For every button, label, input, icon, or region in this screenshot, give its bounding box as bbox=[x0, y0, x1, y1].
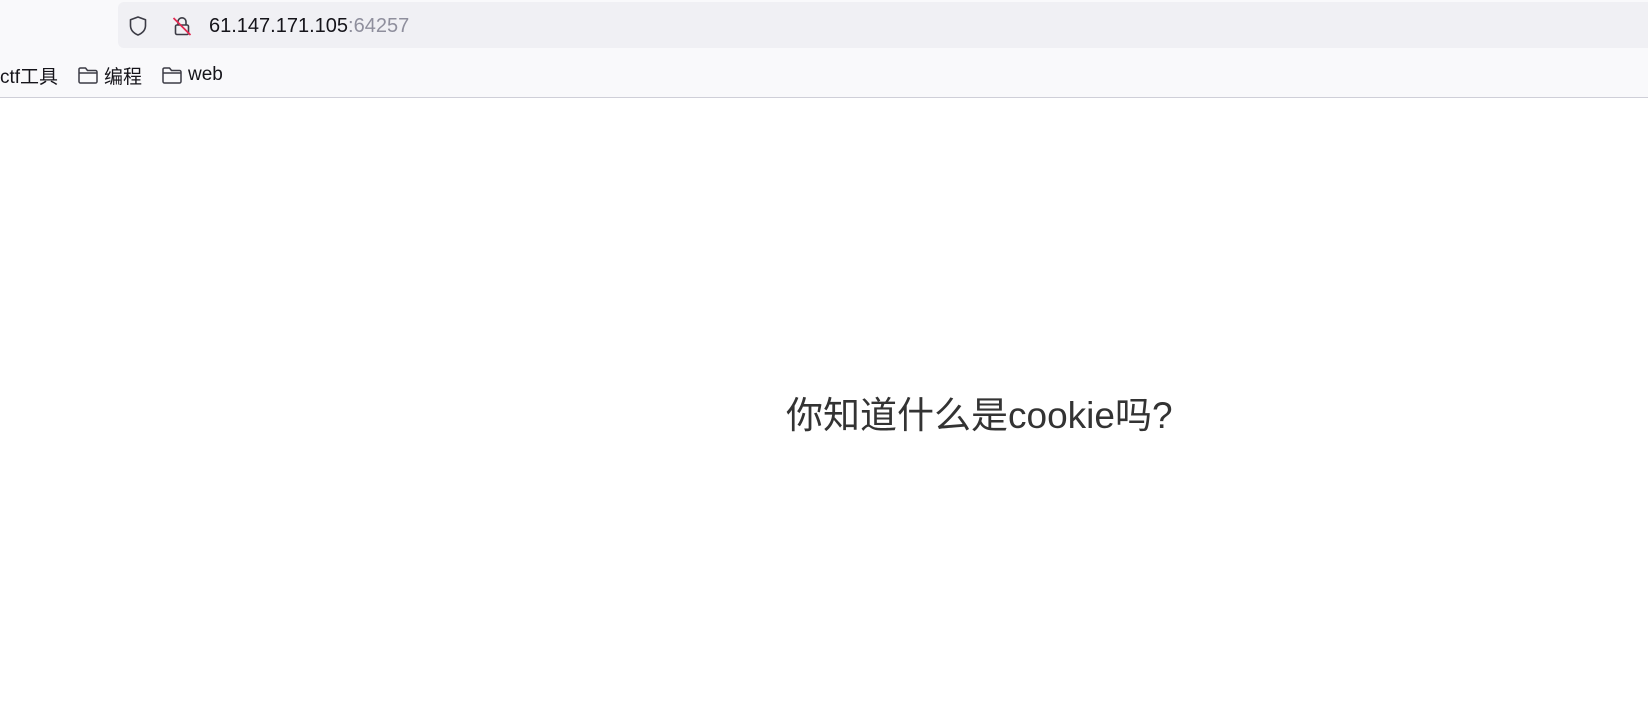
browser-toolbar: 61.147.171.105:64257 bbox=[0, 0, 1648, 50]
folder-icon bbox=[161, 64, 188, 86]
page-content: 你知道什么是cookie吗? bbox=[0, 98, 1648, 703]
page-heading: 你知道什么是cookie吗? bbox=[786, 395, 1173, 436]
url-host: 61.147.171.105 bbox=[209, 15, 349, 37]
bookmark-folder-programming[interactable]: 编程 bbox=[77, 64, 143, 88]
bookmark-label: ctf工具 bbox=[0, 66, 59, 88]
insecure-lock-icon[interactable] bbox=[171, 15, 193, 37]
address-bar[interactable]: 61.147.171.105:64257 bbox=[118, 2, 1648, 48]
bookmark-label: web bbox=[188, 64, 223, 85]
url-port: :64257 bbox=[348, 15, 410, 37]
bookmarks-bar: ctf工具 编程 web bbox=[0, 50, 1648, 98]
bookmark-ctf-tools[interactable]: ctf工具 bbox=[0, 64, 59, 88]
folder-icon bbox=[77, 64, 104, 86]
bookmark-folder-web[interactable]: web bbox=[161, 64, 223, 86]
url-text[interactable]: 61.147.171.105:64257 bbox=[209, 15, 409, 37]
shield-icon[interactable] bbox=[127, 15, 149, 37]
bookmark-label: 编程 bbox=[104, 66, 143, 88]
